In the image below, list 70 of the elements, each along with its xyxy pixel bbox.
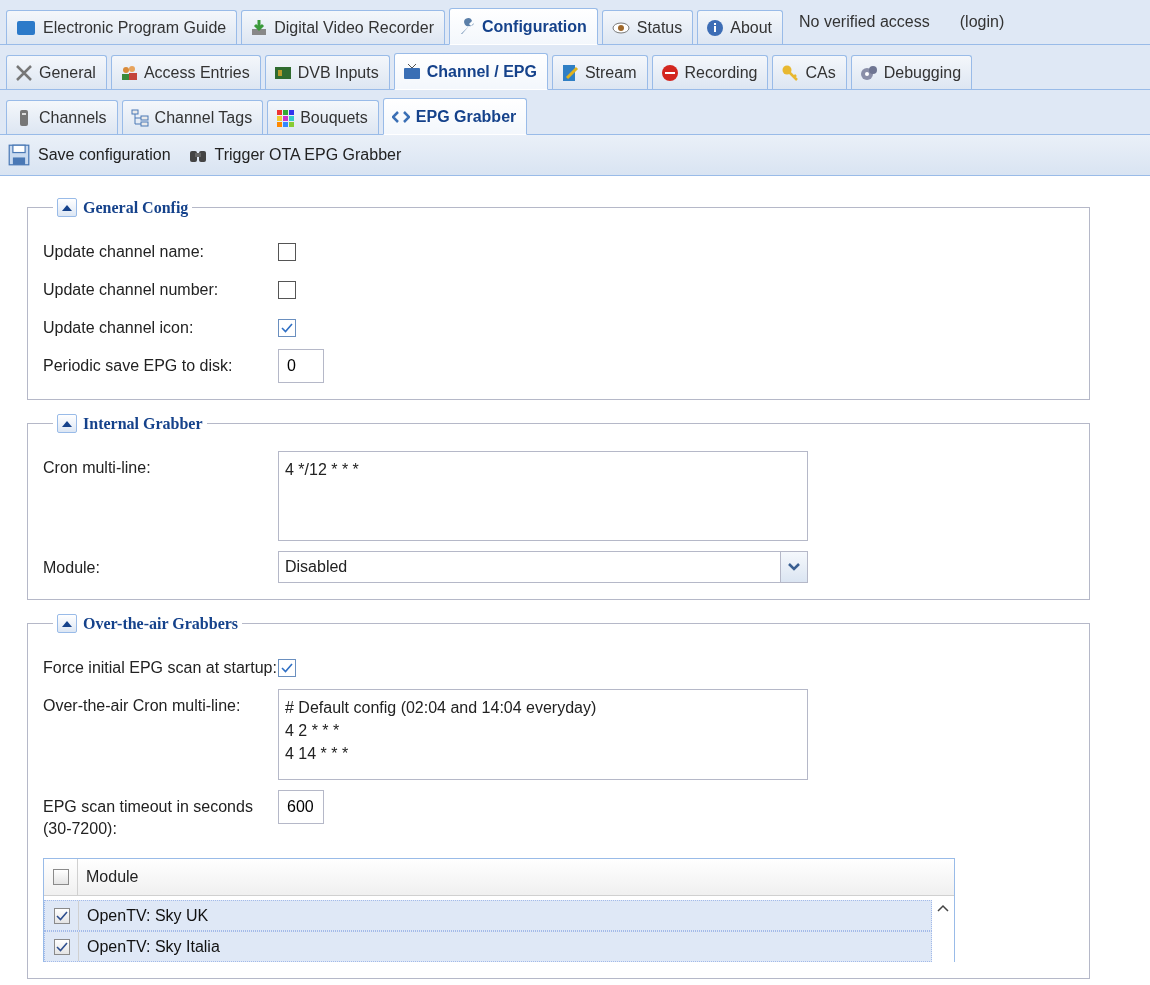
field-label: EPG scan timeout in seconds (30-7200): (43, 797, 254, 839)
field-label: Update channel number: (43, 280, 220, 300)
gears-icon (859, 63, 878, 82)
number-field[interactable]: 0 (278, 349, 324, 383)
checkbox[interactable] (278, 243, 296, 261)
tab[interactable]: General (6, 55, 107, 89)
field-label: Cron multi-line: (43, 458, 152, 478)
login-link[interactable]: (login) (947, 13, 1019, 39)
checkmark-icon (55, 910, 68, 921)
checkmark-icon (281, 663, 293, 673)
field-label: Module: (43, 558, 101, 578)
tab[interactable]: Electronic Program Guide (6, 10, 238, 44)
field-label: Update channel name: (43, 242, 205, 262)
tv-icon (402, 62, 421, 81)
checkmark-icon (281, 323, 293, 333)
info-icon (706, 18, 725, 37)
tab[interactable]: Bouquets (267, 100, 379, 134)
collapse-button[interactable] (57, 414, 77, 433)
tab[interactable]: Configuration (449, 8, 598, 45)
number-field[interactable]: 600 (278, 790, 324, 824)
collapse-button[interactable] (57, 614, 77, 633)
toolbar-button[interactable]: Save configuration (8, 144, 171, 166)
checkmark-icon (55, 941, 68, 952)
grid-row[interactable]: OpenTV: Sky UK (44, 900, 932, 931)
access-status: No verified access (798, 13, 931, 32)
section-title: Over-the-air Grabbers (83, 614, 239, 633)
module-select[interactable]: Disabled (278, 551, 808, 583)
checkbox[interactable] (278, 319, 296, 337)
tab[interactable]: CAs (772, 55, 847, 89)
toolbar-button[interactable]: Trigger OTA EPG Grabber (188, 146, 402, 164)
checkbox[interactable] (53, 938, 70, 955)
up-arrow-icon (62, 420, 72, 427)
tab[interactable]: Debugging (850, 55, 973, 89)
field-label: Over-the-air Cron multi-line: (43, 696, 242, 716)
table-cell-text: OpenTV: Sky Italia (86, 937, 221, 956)
tab[interactable]: EPG Grabber (382, 98, 528, 135)
scroll-up-icon[interactable] (937, 904, 949, 912)
field-label: Update channel icon: (43, 318, 195, 338)
tab[interactable]: Digital Video Recorder (241, 10, 445, 44)
grid-icon (276, 108, 295, 127)
checkbox[interactable] (53, 907, 70, 924)
checkbox[interactable] (52, 869, 69, 885)
text-area[interactable]: # Default config (02:04 and 14:04 everyday) 4 2 * * * 4 14 * * * (278, 689, 808, 780)
section-title: General Config (83, 198, 189, 217)
tab[interactable]: DVB Inputs (264, 55, 390, 89)
grid-row[interactable]: OpenTV: Sky Italia (44, 931, 932, 962)
save-icon (8, 144, 30, 166)
tab[interactable]: Stream (551, 55, 648, 89)
key-icon (781, 63, 800, 82)
tab[interactable]: Channels (6, 100, 118, 134)
up-arrow-icon (62, 204, 72, 211)
up-arrow-icon (62, 620, 72, 627)
tab[interactable]: Access Entries (110, 55, 261, 89)
field-label: Periodic save EPG to disk: (43, 356, 234, 376)
tab[interactable]: Channel Tags (121, 100, 264, 134)
download-icon (250, 18, 269, 37)
tab[interactable]: Recording (651, 55, 769, 89)
tab[interactable]: Channel / EPG (393, 53, 548, 90)
collapse-button[interactable] (57, 198, 77, 217)
table-cell-text: OpenTV: Sky UK (86, 906, 210, 925)
checkbox[interactable] (278, 281, 296, 299)
checkbox[interactable] (278, 659, 296, 677)
tab[interactable]: Status (601, 10, 694, 44)
field-label: Force initial EPG scan at startup: (43, 658, 278, 678)
tab[interactable]: About (697, 10, 784, 44)
text-area[interactable]: 4 */12 * * * (278, 451, 808, 541)
section-title: Internal Grabber (83, 414, 203, 433)
tree-icon (130, 108, 149, 127)
users-icon (119, 63, 138, 82)
record-icon (660, 63, 679, 82)
